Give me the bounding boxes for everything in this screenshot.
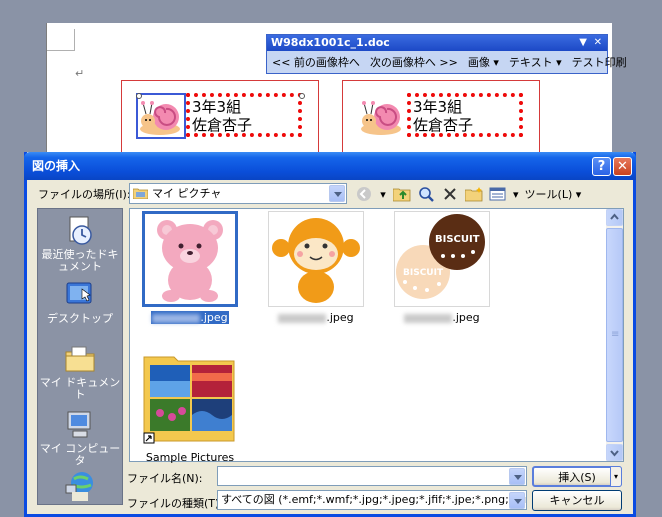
vertical-scrollbar[interactable] xyxy=(606,209,623,461)
file-name: Sample Pictures xyxy=(145,451,235,464)
margin-mark xyxy=(47,29,75,51)
scroll-thumb[interactable] xyxy=(606,228,623,442)
file-name: .jpeg xyxy=(200,311,228,324)
chevron-down-icon[interactable] xyxy=(72,492,88,501)
file-name: .jpeg xyxy=(452,311,480,324)
file-list[interactable]: .jpeg .jpeg BISCUIT BISCUIT .jpeg Sample… xyxy=(129,208,624,464)
question-icon: ? xyxy=(597,159,606,174)
look-in-label: ファイルの場所(I): xyxy=(38,188,131,201)
paragraph-mark: ↵ xyxy=(75,67,85,80)
image-menu-button[interactable]: 画像 ▾ xyxy=(466,54,501,70)
desktop-icon xyxy=(66,282,92,304)
back-dropdown-icon[interactable]: ▾ xyxy=(379,185,387,203)
insert-dropdown-icon[interactable]: ▾ xyxy=(610,466,622,487)
search-web-icon[interactable] xyxy=(417,185,435,203)
dialog-title-bar[interactable]: 図の挿入 ? ✕ xyxy=(24,152,636,180)
file-type-select[interactable]: すべての図 (*.emf;*.wmf;*.jpg;*.jpeg;*.jfif;*… xyxy=(217,490,527,510)
chevron-down-icon[interactable] xyxy=(509,492,525,509)
toolbar-close-icon[interactable]: ✕ xyxy=(594,35,602,51)
file-bear-jpeg[interactable]: .jpeg xyxy=(142,211,238,324)
file-name-input[interactable] xyxy=(217,466,527,486)
text-menu-button[interactable]: テキスト ▾ xyxy=(507,54,564,70)
folder-icon xyxy=(143,356,235,444)
scroll-up-button[interactable] xyxy=(606,209,623,226)
student-name-text: 佐倉杏子 xyxy=(413,116,474,134)
cancel-button[interactable]: キャンセル xyxy=(532,490,622,511)
resize-handle[interactable] xyxy=(299,93,305,99)
place-label: マイ ドキュメント xyxy=(39,376,121,401)
name-label-2[interactable]: 3年3組 佐倉杏子 xyxy=(342,80,540,160)
look-in-value: マイ ピクチャ xyxy=(152,187,222,200)
class-text: 3年3組 xyxy=(413,98,463,116)
place-my-documents[interactable]: マイ ドキュメント xyxy=(38,343,122,401)
folder-sample-pictures[interactable]: Sample Pictures xyxy=(142,351,238,464)
place-recent[interactable]: 最近使ったドキュメント xyxy=(38,215,122,273)
dialog-toolbar: ▾ ▾ ツール(L) ▾ xyxy=(355,183,581,205)
close-icon: ✕ xyxy=(617,159,628,174)
dialog-title: 図の挿入 xyxy=(32,159,81,173)
place-label: 最近使ったドキュメント xyxy=(41,248,119,273)
close-button[interactable]: ✕ xyxy=(613,157,632,176)
place-label: デスクトップ xyxy=(47,312,113,325)
toolbar-options-icon[interactable]: ▼ xyxy=(579,35,587,51)
chevron-down-icon[interactable] xyxy=(509,468,525,485)
delete-icon[interactable] xyxy=(441,185,459,203)
file-type-label: ファイルの種類(T): xyxy=(127,497,224,510)
toolbar-title-bar[interactable]: W98dx1001c_1.doc ▼ ✕ xyxy=(267,35,607,51)
insert-button[interactable]: 挿入(S) xyxy=(532,466,622,487)
place-my-computer[interactable]: マイ コンピュータ xyxy=(38,409,122,467)
name-text-box[interactable]: 3年3組 佐倉杏子 xyxy=(407,93,523,137)
monkey-thumbnail xyxy=(272,218,360,303)
folder-icon xyxy=(133,188,148,199)
file-name-label: ファイル名(N): xyxy=(127,472,203,485)
toolbar-title: W98dx1001c_1.doc xyxy=(271,36,390,49)
file-monkey-jpeg[interactable]: .jpeg xyxy=(268,211,364,324)
help-button[interactable]: ? xyxy=(592,157,611,176)
file-name: .jpeg xyxy=(326,311,354,324)
file-biscuit-jpeg[interactable]: BISCUIT BISCUIT .jpeg xyxy=(394,211,490,324)
resize-handle[interactable] xyxy=(136,93,142,99)
test-print-button[interactable]: テスト印刷 xyxy=(570,54,629,70)
my-computer-icon xyxy=(67,411,91,438)
tools-menu[interactable]: ツール(L) ▾ xyxy=(525,186,582,202)
biscuit-label: BISCUIT xyxy=(435,234,480,245)
insert-picture-dialog[interactable]: 図の挿入 ? ✕ ファイルの場所(I): マイ ピクチャ ▾ ▾ ツール(L) … xyxy=(24,152,636,517)
class-text: 3年3組 xyxy=(192,98,242,116)
name-text-box[interactable]: 3年3組 佐倉杏子 xyxy=(186,93,302,137)
my-documents-icon xyxy=(65,346,95,372)
recent-documents-icon xyxy=(69,216,92,245)
biscuit-label: BISCUIT xyxy=(403,268,444,278)
next-frame-button[interactable]: 次の画像枠へ >> xyxy=(368,54,460,70)
file-type-value: すべての図 (*.emf;*.wmf;*.jpg;*.jpeg;*.jfif;*… xyxy=(221,493,527,506)
student-name-text: 佐倉杏子 xyxy=(192,116,253,134)
snail-image[interactable] xyxy=(359,95,405,137)
views-icon[interactable] xyxy=(489,185,507,203)
new-folder-icon[interactable] xyxy=(465,185,483,203)
prev-frame-button[interactable]: << 前の画像枠へ xyxy=(270,54,362,70)
views-dropdown-icon[interactable]: ▾ xyxy=(513,188,519,201)
back-icon[interactable] xyxy=(355,185,373,203)
bear-thumbnail xyxy=(157,220,223,302)
biscuit-thumbnail: BISCUIT BISCUIT xyxy=(396,214,485,299)
scroll-down-button[interactable] xyxy=(606,444,623,461)
picture-frame-toolbar[interactable]: W98dx1001c_1.doc ▼ ✕ << 前の画像枠へ 次の画像枠へ >>… xyxy=(266,34,627,74)
snail-image[interactable] xyxy=(136,93,186,139)
places-bar: 最近使ったドキュメント デスクトップ マイ ドキュメント マイ コンピュータ xyxy=(37,208,123,505)
place-desktop[interactable]: デスクトップ xyxy=(38,279,122,325)
chevron-down-icon[interactable] xyxy=(329,185,345,202)
up-folder-icon[interactable] xyxy=(393,185,411,203)
place-label: マイ コンピュータ xyxy=(39,442,121,467)
look-in-combo[interactable]: マイ ピクチャ xyxy=(129,183,347,204)
name-label-1[interactable]: 3年3組 佐倉杏子 xyxy=(121,80,319,160)
